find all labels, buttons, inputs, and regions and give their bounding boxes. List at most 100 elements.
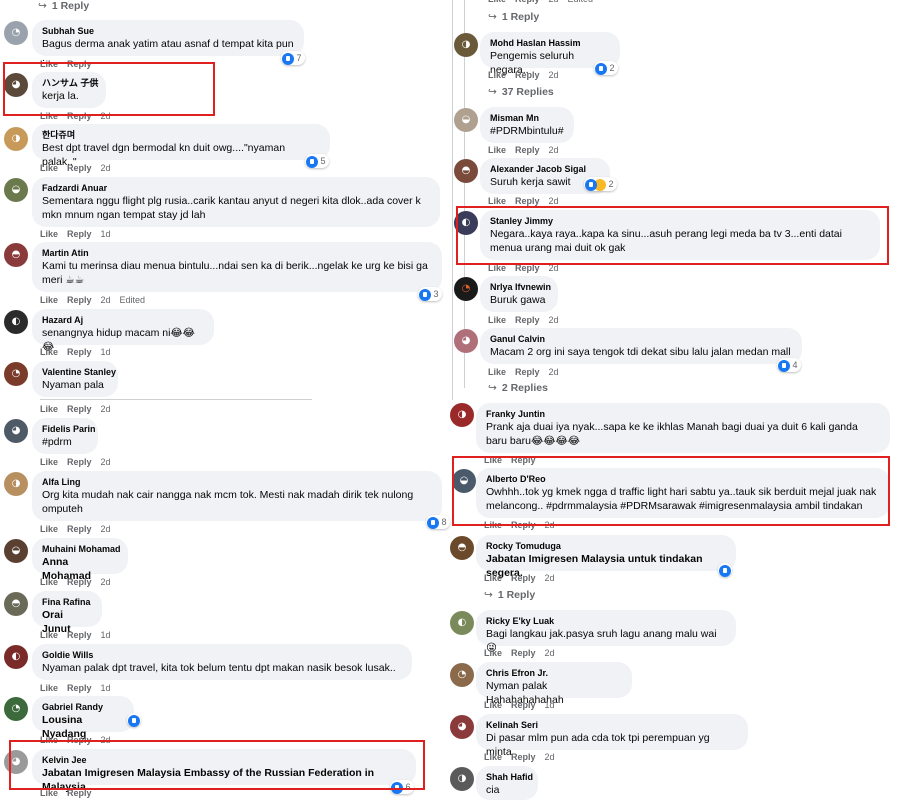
view-replies-link[interactable]: ↪ 1 Reply bbox=[484, 589, 535, 601]
like-button[interactable]: Like bbox=[40, 295, 58, 305]
reply-button[interactable]: Reply bbox=[515, 196, 540, 206]
like-button[interactable]: Like bbox=[488, 0, 506, 4]
reaction-count[interactable] bbox=[718, 563, 732, 577]
reply-button[interactable]: Reply bbox=[511, 573, 536, 583]
avatar[interactable]: ◔ bbox=[4, 362, 28, 386]
reaction-count[interactable] bbox=[127, 713, 141, 727]
author-name[interactable]: 한다쥬며 bbox=[42, 129, 320, 141]
like-button[interactable]: Like bbox=[40, 229, 58, 239]
avatar[interactable]: ◒ bbox=[4, 178, 28, 202]
author-name[interactable]: Hazard Aj bbox=[42, 314, 204, 326]
author-name[interactable]: Muhaini Mohamad bbox=[42, 543, 121, 555]
author-name[interactable]: Misman Mn bbox=[490, 112, 564, 124]
avatar[interactable]: ◔ bbox=[4, 697, 28, 721]
like-button[interactable]: Like bbox=[488, 145, 506, 155]
avatar[interactable]: ◕ bbox=[454, 329, 478, 353]
like-button[interactable]: Like bbox=[40, 683, 58, 693]
reply-button[interactable]: Reply bbox=[511, 700, 536, 710]
like-button[interactable]: Like bbox=[40, 457, 58, 467]
author-name[interactable]: Mohd Haslan Hassim bbox=[490, 37, 610, 49]
author-name[interactable]: Fidelis Parin bbox=[42, 423, 96, 435]
reply-button[interactable]: Reply bbox=[67, 347, 92, 357]
like-button[interactable]: Like bbox=[484, 752, 502, 762]
reply-button[interactable]: Reply bbox=[67, 683, 92, 693]
avatar[interactable]: ◐ bbox=[450, 611, 474, 635]
reaction-count[interactable]: 5 bbox=[305, 154, 329, 168]
author-name[interactable]: Rocky Tomuduga bbox=[486, 540, 726, 552]
like-button[interactable]: Like bbox=[40, 347, 58, 357]
avatar[interactable]: ◓ bbox=[4, 243, 28, 267]
like-button[interactable]: Like bbox=[40, 404, 58, 414]
avatar[interactable]: ◔ bbox=[450, 663, 474, 687]
avatar[interactable]: ◑ bbox=[4, 472, 28, 496]
like-button[interactable]: Like bbox=[40, 524, 58, 534]
author-name[interactable]: Martin Atin bbox=[42, 247, 432, 259]
view-replies-link[interactable]: ↪ 1 Reply bbox=[488, 11, 539, 23]
author-name[interactable]: Fadzardi Anuar bbox=[42, 182, 430, 194]
avatar[interactable]: ◔ bbox=[454, 277, 478, 301]
like-button[interactable]: Like bbox=[484, 573, 502, 583]
reply-button[interactable]: Reply bbox=[515, 315, 540, 325]
reaction-count[interactable]: 4 bbox=[777, 358, 801, 372]
reaction-count[interactable]: 7 bbox=[281, 51, 305, 65]
like-button[interactable]: Like bbox=[40, 163, 58, 173]
avatar[interactable]: ◓ bbox=[454, 159, 478, 183]
avatar[interactable]: ◑ bbox=[450, 767, 474, 791]
avatar[interactable]: ◑ bbox=[4, 127, 28, 151]
like-button[interactable]: Like bbox=[488, 315, 506, 325]
like-button[interactable]: Like bbox=[484, 700, 502, 710]
reply-button[interactable]: Reply bbox=[515, 70, 540, 80]
reply-button[interactable]: Reply bbox=[511, 648, 536, 658]
avatar[interactable]: ◓ bbox=[4, 592, 28, 616]
avatar[interactable]: ◐ bbox=[4, 645, 28, 669]
view-replies-link[interactable]: ↪ 2 Replies bbox=[488, 382, 548, 394]
author-name[interactable]: Ricky E'ky Luak bbox=[486, 615, 726, 627]
author-name[interactable]: Gabriel Randy bbox=[42, 701, 124, 713]
reply-button[interactable]: Reply bbox=[515, 0, 540, 4]
reply-button[interactable]: Reply bbox=[67, 630, 92, 640]
avatar[interactable]: ◔ bbox=[4, 21, 28, 45]
avatar[interactable]: ◓ bbox=[450, 536, 474, 560]
view-replies-link[interactable]: ↪ 37 Replies bbox=[488, 86, 554, 98]
reaction-count[interactable]: 8 bbox=[426, 515, 450, 529]
author-name[interactable]: Chris Efron Jr. bbox=[486, 667, 622, 679]
reply-button[interactable]: Reply bbox=[67, 295, 92, 305]
author-name[interactable]: Ganul Calvin bbox=[490, 333, 792, 345]
avatar[interactable]: ◑ bbox=[450, 403, 474, 427]
author-name[interactable]: Shah Hafid bbox=[486, 771, 533, 783]
author-name[interactable]: Alfa Ling bbox=[42, 476, 432, 488]
like-button[interactable]: Like bbox=[488, 367, 506, 377]
avatar[interactable]: ◑ bbox=[454, 33, 478, 57]
avatar[interactable]: ◕ bbox=[4, 419, 28, 443]
like-button[interactable]: Like bbox=[488, 196, 506, 206]
like-button[interactable]: Like bbox=[40, 577, 58, 587]
like-button[interactable]: Like bbox=[484, 648, 502, 658]
like-button[interactable]: Like bbox=[40, 630, 58, 640]
reply-button[interactable]: Reply bbox=[515, 145, 540, 155]
reply-button[interactable]: Reply bbox=[67, 577, 92, 587]
avatar[interactable]: ◐ bbox=[4, 310, 28, 334]
reply-button[interactable]: Reply bbox=[67, 524, 92, 534]
like-button[interactable]: Like bbox=[488, 70, 506, 80]
reply-button[interactable]: Reply bbox=[67, 457, 92, 467]
reply-button[interactable]: Reply bbox=[515, 367, 540, 377]
avatar[interactable]: ◒ bbox=[454, 108, 478, 132]
reply-button[interactable]: Reply bbox=[67, 163, 92, 173]
author-name[interactable]: Valentine Stanley bbox=[42, 366, 116, 378]
reply-button[interactable]: Reply bbox=[67, 229, 92, 239]
reaction-count[interactable]: 2 bbox=[584, 177, 617, 191]
reply-button[interactable]: Reply bbox=[67, 404, 92, 414]
author-name[interactable]: Goldie Wills bbox=[42, 649, 402, 661]
reaction-count[interactable]: 3 bbox=[418, 287, 442, 301]
avatar[interactable]: ◕ bbox=[450, 715, 474, 739]
view-replies-link[interactable]: ↪ 1 Reply bbox=[38, 0, 89, 12]
author-name[interactable]: Kelinah Seri bbox=[486, 719, 738, 731]
author-name[interactable]: Fina Rafina bbox=[42, 596, 92, 608]
author-name[interactable]: Alexander Jacob Sigal bbox=[490, 163, 600, 175]
avatar[interactable]: ◒ bbox=[4, 539, 28, 563]
reaction-count[interactable]: 2 bbox=[594, 61, 618, 75]
author-name[interactable]: Subhah Sue bbox=[42, 25, 294, 37]
author-name[interactable]: Nrlya Ifvnewin bbox=[490, 281, 551, 293]
reply-button[interactable]: Reply bbox=[511, 752, 536, 762]
author-name[interactable]: Franky Juntin bbox=[486, 408, 880, 420]
